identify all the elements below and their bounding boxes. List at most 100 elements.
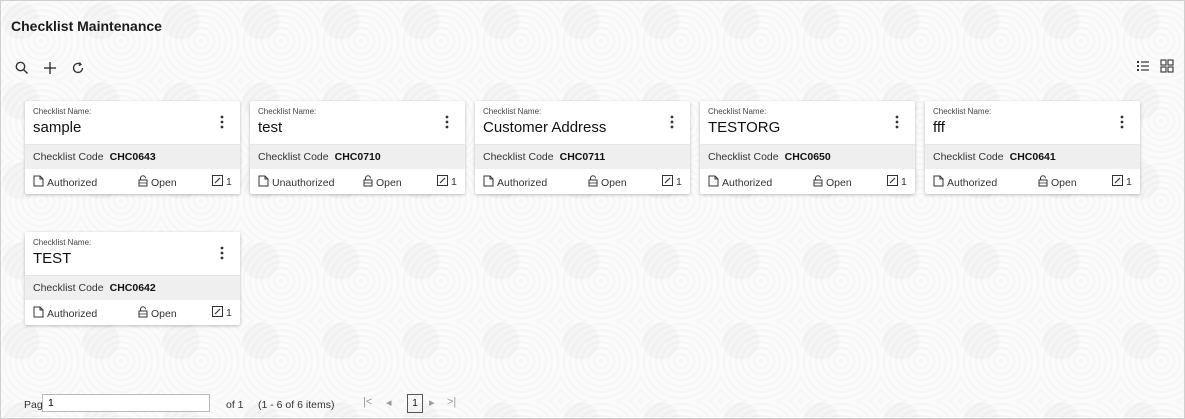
- checklist-code-row: Checklist Code CHC0650: [700, 145, 915, 169]
- record-status: Open: [138, 306, 177, 321]
- authorization-status-text: Unauthorized: [272, 176, 335, 189]
- checklist-code-label: Checklist Code: [33, 282, 104, 294]
- authorization-status: Authorized: [33, 306, 97, 321]
- item-count: (1 - 6 of 6 items): [258, 399, 335, 411]
- checklist-code-value: CHC0710: [334, 151, 381, 163]
- checklist-code-label: Checklist Code: [933, 151, 1004, 163]
- current-page-button[interactable]: 1: [407, 394, 423, 413]
- list-view-icon[interactable]: [1136, 59, 1150, 78]
- lock-open-icon: [138, 306, 148, 321]
- document-icon: [933, 175, 944, 190]
- checklist-code-label: Checklist Code: [708, 151, 779, 163]
- authorization-status-text: Authorized: [722, 176, 773, 189]
- modification-count-text: 1: [451, 176, 457, 188]
- authorization-status-text: Authorized: [47, 307, 98, 320]
- record-status: Open: [138, 175, 177, 190]
- checklist-code-value: CHC0642: [109, 282, 156, 294]
- modification-count-text: 1: [226, 176, 232, 188]
- checklist-code-label: Checklist Code: [33, 151, 104, 163]
- modification-count-text: 1: [226, 307, 232, 319]
- modification-count: 1: [212, 175, 232, 189]
- record-status: Open: [1038, 175, 1077, 190]
- checklist-name: TESTORG: [708, 119, 781, 136]
- record-status-text: Open: [601, 176, 627, 189]
- lock-open-icon: [588, 175, 598, 190]
- prev-page-icon[interactable]: ◂: [386, 396, 392, 409]
- card-header: Checklist Name: TESTORG: [700, 101, 915, 145]
- next-page-icon[interactable]: ▸: [429, 396, 435, 409]
- edit-icon: [662, 175, 673, 189]
- checklist-card[interactable]: Checklist Name: Customer Address Checkli…: [475, 101, 690, 194]
- record-status-text: Open: [1051, 176, 1077, 189]
- record-status-text: Open: [826, 176, 852, 189]
- record-status: Open: [588, 175, 627, 190]
- last-page-icon[interactable]: >|: [447, 396, 456, 408]
- kebab-menu-icon[interactable]: [220, 115, 230, 133]
- record-status-text: Open: [376, 176, 402, 189]
- record-status-text: Open: [151, 176, 177, 189]
- card-header: Checklist Name: fff: [925, 101, 1140, 145]
- card-footer: Authorized Open 1: [25, 169, 240, 194]
- checklist-name: sample: [33, 119, 82, 136]
- kebab-menu-icon[interactable]: [220, 246, 230, 264]
- modification-count: 1: [662, 175, 682, 189]
- card-footer: Authorized Open 1: [475, 169, 690, 194]
- record-status-text: Open: [151, 307, 177, 320]
- checklist-name-caption: Checklist Name:: [258, 107, 317, 116]
- page-title: Checklist Maintenance: [11, 18, 162, 34]
- checklist-code-value: CHC0643: [109, 151, 156, 163]
- lock-open-icon: [363, 175, 373, 190]
- card-header: Checklist Name: sample: [25, 101, 240, 145]
- authorization-status: Authorized: [33, 175, 97, 190]
- checklist-code-value: CHC0650: [784, 151, 831, 163]
- document-icon: [33, 306, 44, 321]
- page-total: of 1: [226, 399, 244, 411]
- lock-open-icon: [138, 175, 148, 190]
- checklist-card[interactable]: Checklist Name: sample Checklist Code CH…: [25, 101, 240, 194]
- modification-count: 1: [1112, 175, 1132, 189]
- document-icon: [483, 175, 494, 190]
- document-icon: [33, 175, 44, 190]
- checklist-name-caption: Checklist Name:: [33, 238, 92, 247]
- view-switcher: [1136, 59, 1174, 78]
- page-number-input[interactable]: [42, 394, 210, 412]
- card-header: Checklist Name: Customer Address: [475, 101, 690, 145]
- kebab-menu-icon[interactable]: [1120, 115, 1130, 133]
- plus-icon[interactable]: [41, 59, 59, 77]
- modification-count-text: 1: [676, 176, 682, 188]
- kebab-menu-icon[interactable]: [445, 115, 455, 133]
- checklist-name: TEST: [33, 250, 72, 267]
- checklist-maintenance-window: Checklist Maintenance Checklist Name: sa…: [0, 0, 1185, 419]
- checklist-name: test: [258, 119, 283, 136]
- checklist-name: Customer Address: [483, 119, 607, 136]
- authorization-status: Authorized: [708, 175, 772, 190]
- checklist-name-caption: Checklist Name:: [33, 107, 92, 116]
- pagination-bar: Page of 1 (1 - 6 of 6 items) |< ◂ 1 ▸ >|: [1, 389, 1184, 417]
- first-page-icon[interactable]: |<: [363, 396, 372, 408]
- refresh-icon[interactable]: [69, 59, 87, 77]
- grid-view-icon[interactable]: [1160, 59, 1174, 78]
- checklist-code-label: Checklist Code: [258, 151, 329, 163]
- kebab-menu-icon[interactable]: [895, 115, 905, 133]
- kebab-menu-icon[interactable]: [670, 115, 680, 133]
- authorization-status: Authorized: [483, 175, 547, 190]
- checklist-name-caption: Checklist Name:: [933, 107, 992, 116]
- record-status: Open: [813, 175, 852, 190]
- card-header: Checklist Name: test: [250, 101, 465, 145]
- checklist-code-row: Checklist Code CHC0643: [25, 145, 240, 169]
- checklist-code-row: Checklist Code CHC0641: [925, 145, 1140, 169]
- checklist-card[interactable]: Checklist Name: fff Checklist Code CHC06…: [925, 101, 1140, 194]
- authorization-status-text: Authorized: [947, 176, 998, 189]
- checklist-card[interactable]: Checklist Name: TEST Checklist Code CHC0…: [25, 232, 240, 325]
- modification-count: 1: [437, 175, 457, 189]
- checklist-card[interactable]: Checklist Name: TESTORG Checklist Code C…: [700, 101, 915, 194]
- modification-count-text: 1: [1126, 176, 1132, 188]
- modification-count-text: 1: [901, 176, 907, 188]
- checklist-card[interactable]: Checklist Name: test Checklist Code CHC0…: [250, 101, 465, 194]
- background-pattern: [1, 1, 1184, 418]
- checklist-name-caption: Checklist Name:: [483, 107, 542, 116]
- lock-open-icon: [813, 175, 823, 190]
- search-icon[interactable]: [13, 59, 31, 77]
- card-footer: Authorized Open 1: [925, 169, 1140, 194]
- authorization-status: Authorized: [933, 175, 997, 190]
